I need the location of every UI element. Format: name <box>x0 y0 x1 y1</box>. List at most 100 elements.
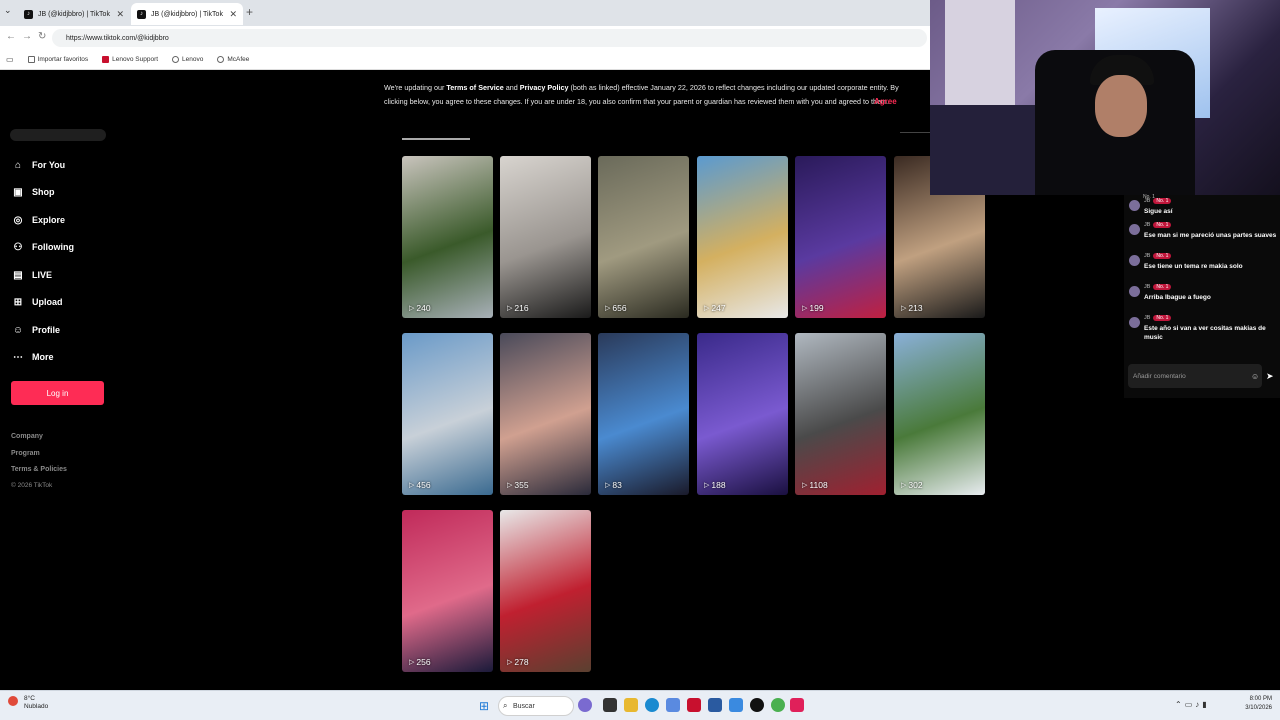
system-tray-icons[interactable]: ⌃▭♪▮ <box>1175 700 1210 709</box>
video-thumbnail[interactable]: ▷ 216 <box>500 156 591 318</box>
sidebar-item-explore[interactable]: ◎ Explore <box>12 214 65 226</box>
video-thumbnail[interactable]: ▷ 199 <box>795 156 886 318</box>
file-explorer-icon[interactable] <box>624 698 638 712</box>
weather-desc: Nublado <box>24 703 49 710</box>
weather-temp: 8°C <box>24 695 35 702</box>
sidebar-item-following[interactable]: ⚇ Following <box>12 241 74 253</box>
chrome-icon[interactable] <box>771 698 785 712</box>
agree-button[interactable]: Agree <box>874 97 897 106</box>
avatar[interactable] <box>1129 200 1140 211</box>
weather-icon[interactable] <box>8 696 18 706</box>
play-icon: ▷ <box>901 482 907 489</box>
rank-badge: No. 1 <box>1153 315 1172 321</box>
taskbar-search[interactable]: ⌕ Buscar <box>498 696 574 716</box>
lenovo-logo-icon <box>102 56 110 63</box>
footer-terms-link[interactable]: Terms & Policies <box>11 466 67 473</box>
play-icon: ▷ <box>507 482 513 489</box>
new-tab-plus-icon[interactable]: + <box>246 5 253 19</box>
bookmark-lenovo-support[interactable]: Lenovo Support <box>102 56 158 63</box>
search-input[interactable] <box>10 129 106 141</box>
sidebar-item-profile[interactable]: ☺ Profile <box>12 324 60 336</box>
footer-program-link[interactable]: Program <box>11 450 40 457</box>
send-icon[interactable]: ➤ <box>1266 371 1274 382</box>
bookmark-import[interactable]: Importar favoritos <box>27 56 88 63</box>
login-button[interactable]: Log in <box>11 381 104 405</box>
edge-icon[interactable] <box>645 698 659 712</box>
view-count: ▷ 302 <box>901 480 923 490</box>
word-icon[interactable] <box>708 698 722 712</box>
rank-badge: No. 1 <box>1153 253 1172 259</box>
rank-badge: No. 1 <box>1153 284 1172 290</box>
tiktok-favicon-icon: ♪ <box>137 9 146 19</box>
task-view-icon[interactable] <box>603 698 617 712</box>
video-thumbnail[interactable]: ▷ 240 <box>402 156 493 318</box>
view-count: ▷ 240 <box>409 303 431 313</box>
video-thumbnail[interactable]: ▷ 302 <box>894 333 985 495</box>
rank-badge: No. 1 <box>1153 222 1172 228</box>
close-tab-icon[interactable]: ✕ <box>229 9 237 20</box>
weather-widget[interactable]: 8°C Nublado <box>24 695 48 711</box>
store-icon[interactable] <box>729 698 743 712</box>
video-thumbnail[interactable]: ▷ 256 <box>402 510 493 672</box>
browser-tab-2[interactable]: ♪ JB (@kidjbbro) | TikTok ✕ <box>131 3 243 25</box>
sidebar-item-live[interactable]: ▤ LIVE <box>12 269 52 281</box>
close-tab-icon[interactable]: ✕ <box>116 9 124 20</box>
video-thumbnail[interactable]: ▷ 1108 <box>795 333 886 495</box>
tab-search-icon[interactable]: ▭ <box>6 55 14 64</box>
footer-company-link[interactable]: Company <box>11 433 43 440</box>
video-thumbnail[interactable]: ▷ 355 <box>500 333 591 495</box>
play-icon: ▷ <box>605 305 611 312</box>
back-arrow-icon[interactable]: ← <box>6 31 16 42</box>
avatar[interactable] <box>1129 255 1140 266</box>
video-thumbnail[interactable]: ▷ 83 <box>598 333 689 495</box>
url-input[interactable]: https://www.tiktok.com/@kidjbbro <box>52 29 927 47</box>
video-thumbnail[interactable]: ▷ 278 <box>500 510 591 672</box>
copyright: © 2026 TikTok <box>11 482 53 489</box>
play-icon: ▷ <box>901 305 907 312</box>
sidebar-item-shop[interactable]: ▣ Shop <box>12 186 54 198</box>
bookmark-mcafee[interactable]: McAfee <box>217 56 249 63</box>
photos-icon[interactable] <box>666 698 680 712</box>
view-count: ▷ 188 <box>704 480 726 490</box>
tiktok-page: ⌂ For You ▣ Shop ◎ Explore ⚇ Following ▤ LIVE… <box>2 71 985 689</box>
privacy-policy-link[interactable]: Privacy Policy <box>520 83 569 92</box>
address-bar-row: ← → ↻ https://www.tiktok.com/@kidjbbro <box>0 26 930 50</box>
clock[interactable]: 8:00 PM 3/10/2026 <box>1240 695 1272 713</box>
sidebar-item-upload[interactable]: ⊞ Upload <box>12 296 63 308</box>
tiktok-live-studio-icon[interactable] <box>790 698 804 712</box>
avatar[interactable] <box>1129 286 1140 297</box>
tab-menu-chevron-icon[interactable]: ⌄ <box>4 5 12 16</box>
reload-icon[interactable]: ↻ <box>38 31 46 42</box>
tab-divider <box>900 132 930 133</box>
bookmarks-bar: ▭ Importar favoritos Lenovo Support Leno… <box>0 50 930 70</box>
bookmark-lenovo[interactable]: Lenovo <box>172 56 203 63</box>
avatar[interactable] <box>1129 224 1140 235</box>
sidebar-item-for-you[interactable]: ⌂ For You <box>12 159 65 171</box>
video-thumbnail[interactable]: ▷ 188 <box>697 333 788 495</box>
chat-text: Ese man si me pareció unas partes suaves <box>1144 232 1277 239</box>
view-count: ▷ 355 <box>507 480 529 490</box>
lenovo-app-icon[interactable] <box>687 698 701 712</box>
tiktok-favicon-icon: ♪ <box>24 9 33 19</box>
view-count: ▷ 83 <box>605 480 622 490</box>
video-thumbnail[interactable]: ▷ 456 <box>402 333 493 495</box>
emoji-icon[interactable]: ☺ <box>1251 372 1259 381</box>
view-count: ▷ 256 <box>409 657 431 667</box>
tab-title: JB (@kidjbbro) | TikTok <box>151 10 223 18</box>
terms-of-service-link[interactable]: Terms of Service <box>446 83 503 92</box>
avatar[interactable] <box>1129 317 1140 328</box>
sidebar-item-more[interactable]: ⋯ More <box>12 351 54 363</box>
video-thumbnail[interactable]: ▷ 247 <box>697 156 788 318</box>
play-icon: ▷ <box>409 482 415 489</box>
rank-badge: No. 1 <box>1153 198 1172 204</box>
chat-comment-input[interactable]: Añadir comentario <box>1128 364 1262 388</box>
play-icon: ▷ <box>704 482 710 489</box>
obs-icon[interactable] <box>750 698 764 712</box>
browser-tab-1[interactable]: ♪ JB (@kidjbbro) | TikTok ✕ <box>18 3 130 25</box>
forward-arrow-icon[interactable]: → <box>22 31 32 42</box>
globe-icon <box>172 56 180 63</box>
video-thumbnail[interactable]: ▷ 656 <box>598 156 689 318</box>
windows-start-icon[interactable]: ⊞ <box>479 699 489 713</box>
play-icon: ▷ <box>507 659 513 666</box>
copilot-icon[interactable] <box>578 698 592 712</box>
